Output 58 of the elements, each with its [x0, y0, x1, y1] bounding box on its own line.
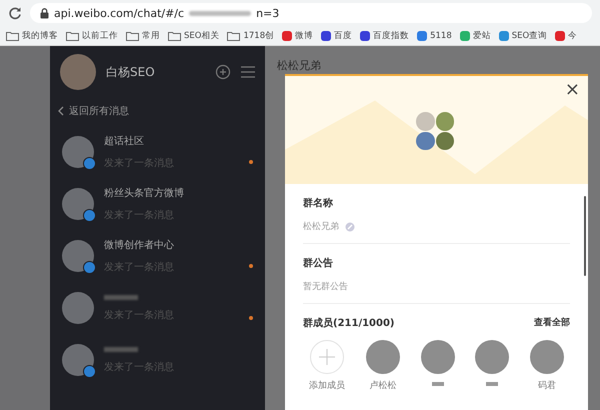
- contact-name: 超话社区: [104, 134, 145, 148]
- bookmark[interactable]: 我的博客: [6, 30, 58, 42]
- bookmark[interactable]: 常用: [126, 30, 160, 42]
- blurred-name: [486, 382, 498, 386]
- member-name: 码君: [538, 380, 556, 392]
- group-avatar-drawing: [416, 112, 454, 150]
- contact-name: 粉丝头条官方微博: [104, 186, 185, 200]
- avatar-placeholder: [366, 340, 400, 374]
- section-label: 群成员(211/1000): [303, 316, 394, 330]
- back-link[interactable]: 返回所有消息: [50, 98, 265, 126]
- blurred-name: [104, 294, 138, 300]
- bookmark[interactable]: 百度: [321, 30, 352, 42]
- bookmark[interactable]: 微博: [282, 30, 314, 42]
- notice-text: 暂无群公告: [303, 280, 349, 293]
- member-name[interactable]: 添加成员: [309, 379, 345, 392]
- folder-icon: [227, 30, 240, 40]
- avatar-placeholder: [62, 188, 94, 220]
- bookmark[interactable]: SEO查询: [498, 30, 548, 42]
- bookmark[interactable]: SEO相关: [168, 30, 220, 42]
- folder-icon: [66, 30, 79, 40]
- url-text: api.weibo.com/chat/#/c: [54, 6, 184, 20]
- address-bar[interactable]: api.weibo.com/chat/#/c n=3: [30, 3, 592, 23]
- bookmark[interactable]: 5118: [417, 30, 452, 40]
- bookmark[interactable]: 以前工作: [66, 30, 118, 42]
- plus-icon: [319, 349, 335, 365]
- avatar-placeholder: [420, 340, 454, 374]
- avatar-placeholder: [62, 136, 94, 168]
- lock-icon: [40, 8, 49, 18]
- avatar-placeholder: [530, 340, 564, 374]
- scrollbar[interactable]: [584, 196, 586, 276]
- bookmark[interactable]: 爱站: [460, 30, 491, 42]
- group-name: 松松兄弟: [303, 220, 339, 233]
- url-text: n=3: [256, 6, 280, 20]
- chat-title: 松松兄弟: [277, 59, 321, 72]
- blurred-url: [189, 10, 252, 16]
- bookmark[interactable]: 1718创: [227, 30, 274, 42]
- avatar-placeholder: [62, 240, 94, 272]
- blurred-name: [432, 382, 444, 386]
- menu-icon[interactable]: [241, 66, 255, 78]
- avatar-placeholder: [60, 54, 96, 90]
- view-all-link[interactable]: 查看全部: [534, 316, 570, 330]
- folder-icon: [168, 30, 181, 40]
- folder-icon: [6, 30, 19, 40]
- bookmark[interactable]: 百度指数: [360, 30, 410, 42]
- bookmark[interactable]: 今: [555, 30, 578, 42]
- avatar-placeholder: [62, 292, 94, 324]
- user-name: 白杨SEO: [106, 64, 156, 80]
- section-label: 群公告: [303, 256, 334, 270]
- blurred-name: [104, 346, 138, 352]
- avatar-placeholder: [475, 340, 510, 374]
- close-button[interactable]: ×: [562, 80, 582, 100]
- section-label: 群名称: [303, 196, 334, 210]
- contact-name: 微博创作者中心: [104, 238, 175, 252]
- reload-icon[interactable]: [8, 6, 22, 20]
- avatar-placeholder: [62, 344, 94, 376]
- chevron-left-icon: [58, 106, 64, 116]
- folder-icon: [126, 30, 139, 40]
- member-name: 卢松松: [369, 380, 396, 392]
